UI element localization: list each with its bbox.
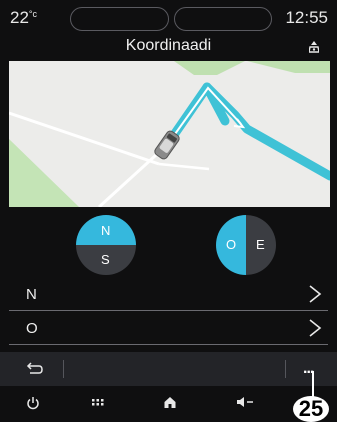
temperature-unit: °c [28, 9, 38, 19]
chevron-right-icon [309, 319, 322, 337]
map-canvas [9, 61, 330, 207]
north-label: N [101, 223, 111, 238]
north-south-selector[interactable]: N S [76, 215, 136, 275]
clock: 12:55 [285, 8, 328, 27]
volume-down-icon[interactable] [236, 396, 256, 408]
bottom-dock [0, 386, 337, 422]
callout-badge: 25 [293, 396, 329, 422]
east-label: E [256, 237, 265, 252]
back-arrow-icon[interactable] [26, 361, 44, 375]
longitude-label: O [26, 320, 38, 337]
longitude-row[interactable]: O [9, 312, 328, 345]
compass-row: N S O E [0, 208, 337, 280]
header: Koordinaadi [0, 36, 337, 60]
action-bar: ... [0, 352, 337, 386]
status-slot-left[interactable] [70, 7, 169, 31]
apps-grid-icon[interactable] [92, 396, 104, 408]
power-icon[interactable] [26, 396, 40, 410]
south-label: S [101, 252, 110, 267]
latitude-label: N [26, 286, 37, 303]
navigation-pin-icon[interactable] [309, 41, 319, 53]
page-title: Koordinaadi [125, 37, 212, 54]
status-slot-right[interactable] [174, 7, 272, 31]
west-label: O [226, 237, 237, 252]
west-east-selector[interactable]: O E [216, 215, 276, 275]
divider [63, 360, 64, 378]
status-bar: 22°c 12:55 [0, 0, 337, 36]
home-icon[interactable] [164, 396, 176, 409]
temperature-value: 22 [10, 8, 29, 27]
divider [285, 360, 286, 378]
outside-temperature: 22°c [10, 8, 37, 28]
callout-pointer [312, 371, 314, 399]
latitude-row[interactable]: N [9, 278, 328, 311]
chevron-right-icon [309, 285, 322, 303]
map-view[interactable] [9, 61, 330, 207]
